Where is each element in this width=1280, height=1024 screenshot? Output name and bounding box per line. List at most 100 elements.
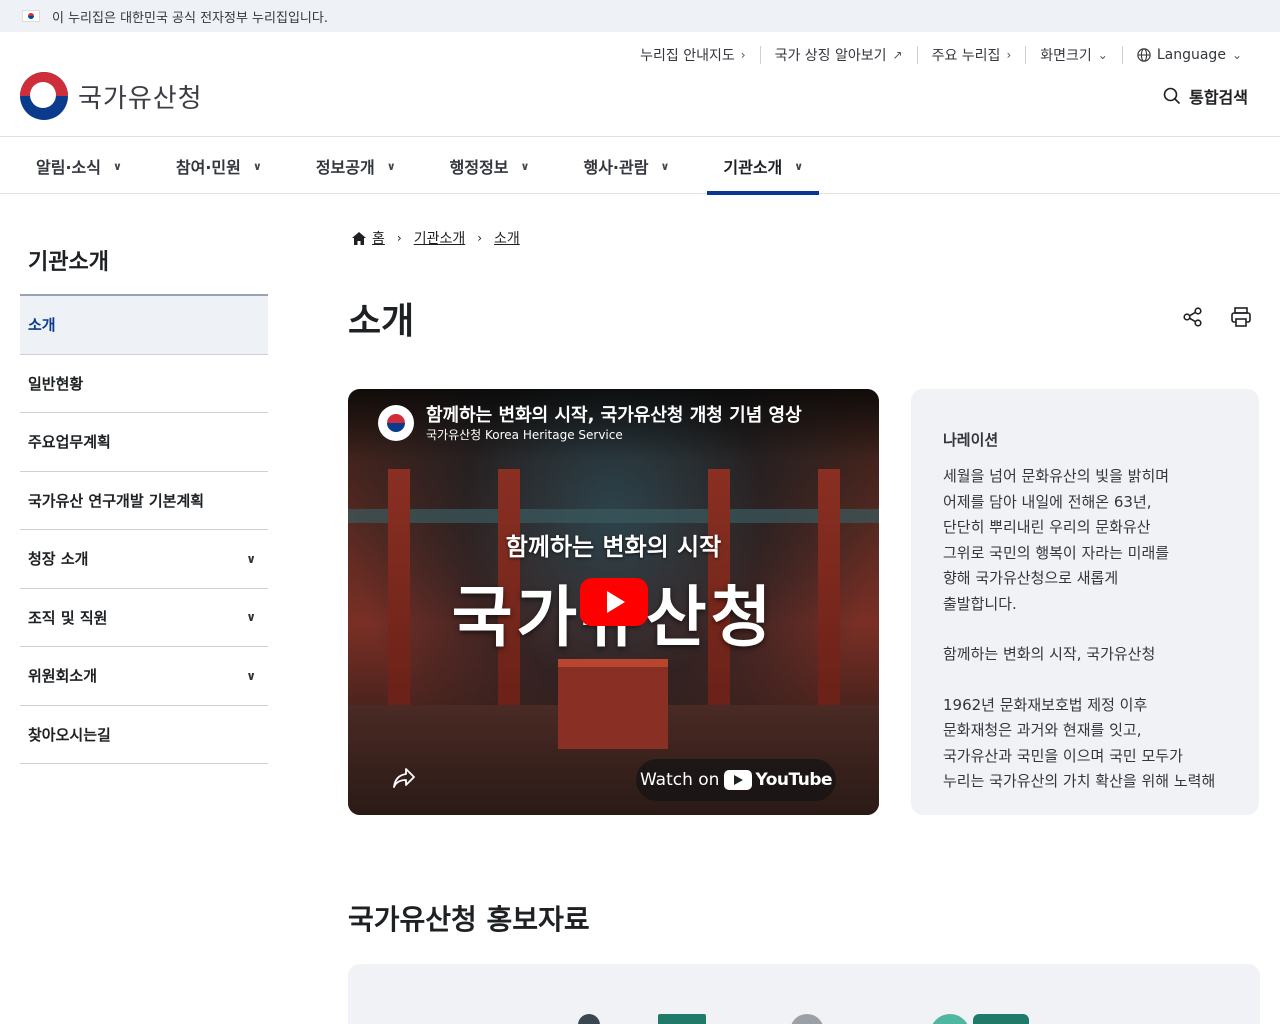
sidebar-item-label: 국가유산 연구개발 기본계획	[28, 491, 205, 510]
chevron-down-icon: ∨	[794, 159, 804, 173]
sidebar-item-committee[interactable]: 위원회소개 ∨	[20, 647, 268, 706]
chevron-down-icon: ∨	[112, 159, 122, 173]
youtube-video-embed[interactable]: 함께하는 변화의 시작, 국가유산청 개청 기념 영상 국가유산청 Korea …	[348, 389, 879, 815]
search-icon	[1163, 87, 1181, 105]
site-header: 국가유산청 누리집 안내지도 › 국가 상징 알아보기 ↗ 주요 누리집 › 화…	[0, 32, 1280, 137]
narration-panel[interactable]: 나레이션 세월을 넘어 문화유산의 빛을 밝히며 어제를 담아 내일에 전해온 …	[911, 389, 1259, 815]
video-scene	[348, 509, 879, 523]
util-national-symbols[interactable]: 국가 상징 알아보기 ↗	[759, 46, 917, 64]
sidebar-item-intro[interactable]: 소개	[20, 296, 268, 355]
promo-carousel[interactable]	[348, 964, 1260, 1024]
chevron-down-icon: ⌄	[1097, 48, 1108, 62]
promo-illustration	[930, 1014, 970, 1024]
gov-banner: 이 누리집은 대한민국 공식 전자정부 누리집입니다.	[0, 0, 1280, 32]
breadcrumb-about[interactable]: 기관소개	[414, 228, 466, 248]
utility-nav: 누리집 안내지도 › 국가 상징 알아보기 ↗ 주요 누리집 › 화면크기 ⌄ …	[626, 46, 1256, 64]
globe-icon	[1137, 48, 1151, 62]
logo-text: 국가유산청	[78, 83, 203, 114]
video-scene	[558, 659, 668, 749]
video-headline: 함께하는 변화의 시작	[505, 533, 722, 561]
external-link-icon: ↗	[892, 48, 903, 62]
breadcrumb: 홈 › 기관소개 › 소개	[352, 228, 520, 248]
watch-on-label: Watch on	[639, 770, 720, 790]
narration-title: 나레이션	[943, 431, 999, 449]
share-icon[interactable]	[1182, 306, 1204, 328]
search-button[interactable]: 통합검색	[1163, 84, 1248, 108]
page-title: 소개	[348, 301, 415, 342]
sidebar-item-rnd-plan[interactable]: 국가유산 연구개발 기본계획	[20, 472, 268, 530]
chevron-down-icon: ∨	[246, 610, 256, 625]
narration-scroll[interactable]: 세월을 넘어 문화유산의 빛을 밝히며 어제를 담아 내일에 전해온 63년, …	[943, 464, 1227, 809]
taegeuk-logo-icon	[20, 72, 68, 120]
youtube-play-icon	[724, 770, 753, 790]
sidebar-item-organization[interactable]: 조직 및 직원 ∨	[20, 589, 268, 647]
nav-events[interactable]: 행사·관람 ∨	[567, 138, 685, 194]
search-label: 통합검색	[1189, 88, 1248, 107]
nav-news[interactable]: 알림·소식 ∨	[20, 138, 138, 194]
util-label: 주요 누리집	[931, 48, 1001, 64]
print-icon[interactable]	[1230, 306, 1252, 328]
video-channel: 국가유산청 Korea Heritage Service	[426, 428, 623, 442]
sidebar-item-label: 위원회소개	[28, 667, 98, 686]
gov-banner-text: 이 누리집은 대한민국 공식 전자정부 누리집입니다.	[52, 10, 328, 26]
nav-label: 행정정보	[449, 158, 509, 177]
chevron-right-icon: ›	[740, 48, 746, 62]
sidebar-item-label: 조직 및 직원	[28, 608, 108, 627]
sidebar-item-directions[interactable]: 찾아오시는길	[20, 706, 268, 764]
youtube-wordmark: YouTube	[755, 770, 833, 790]
chevron-right-icon: ›	[396, 231, 402, 245]
nav-label: 알림·소식	[36, 158, 101, 177]
chevron-right-icon: ›	[1006, 48, 1012, 62]
narration-para: 함께하는 변화의 시작, 국가유산청	[943, 645, 1156, 663]
sidebar-title: 기관소개	[20, 232, 268, 296]
util-label: Language	[1156, 47, 1226, 63]
util-screen-size[interactable]: 화면크기 ⌄	[1025, 46, 1122, 64]
watch-on-youtube-button[interactable]: Watch on YouTube	[636, 759, 836, 801]
util-main-sites[interactable]: 주요 누리집 ›	[916, 46, 1026, 64]
breadcrumb-home[interactable]: 홈	[372, 228, 385, 248]
main-nav: 알림·소식 ∨ 참여·민원 ∨ 정보공개 ∨ 행정정보 ∨ 행사·관람 ∨ 기관소개 ∨	[0, 138, 1280, 195]
nav-about[interactable]: 기관소개 ∨	[707, 138, 820, 195]
util-label: 누리집 안내지도	[640, 48, 735, 64]
promo-illustration	[790, 1014, 824, 1024]
sidebar-item-commissioner[interactable]: 청장 소개 ∨	[20, 530, 268, 589]
chevron-down-icon: ∨	[520, 159, 530, 173]
promo-illustration	[578, 1014, 600, 1024]
nav-admin-info[interactable]: 행정정보 ∨	[434, 138, 546, 194]
util-label: 화면크기	[1040, 48, 1092, 64]
share-arrow-icon[interactable]	[392, 767, 416, 789]
breadcrumb-intro[interactable]: 소개	[494, 228, 520, 248]
chevron-down-icon: ∨	[252, 159, 262, 173]
util-sitemap[interactable]: 누리집 안내지도 ›	[626, 46, 759, 64]
sidebar-item-label: 일반현황	[28, 374, 84, 393]
sidebar-item-label: 주요업무계획	[28, 433, 111, 452]
page-tools	[1182, 306, 1252, 328]
channel-logo-icon[interactable]	[378, 405, 414, 441]
chevron-down-icon: ∨	[660, 159, 670, 173]
nav-label: 기관소개	[723, 158, 783, 177]
video-title[interactable]: 함께하는 변화의 시작, 국가유산청 개청 기념 영상	[426, 401, 802, 427]
sidebar: 기관소개 소개 일반현황 주요업무계획 국가유산 연구개발 기본계획 청장 소개…	[20, 232, 268, 764]
chevron-right-icon: ›	[477, 231, 483, 245]
site-logo[interactable]: 국가유산청	[20, 72, 203, 120]
promo-section-title: 국가유산청 홍보자료	[348, 903, 590, 936]
play-button[interactable]	[580, 578, 648, 626]
chevron-down-icon: ∨	[386, 159, 396, 173]
nav-label: 정보공개	[315, 158, 375, 177]
chevron-down-icon: ∨	[246, 551, 256, 566]
nav-participation[interactable]: 참여·민원 ∨	[160, 138, 278, 194]
narration-para: 1962년 문화재보호법 제정 이후 문화재청은 과거와 현재를 잇고, 국가유…	[943, 695, 1216, 791]
chevron-down-icon: ⌄	[1231, 48, 1242, 62]
korea-flag-icon	[22, 10, 40, 22]
nav-label: 참여·민원	[175, 158, 241, 177]
sidebar-item-status[interactable]: 일반현황	[20, 355, 268, 413]
util-language[interactable]: Language ⌄	[1121, 46, 1256, 64]
chevron-down-icon: ∨	[246, 668, 256, 683]
narration-para: 세월을 넘어 문화유산의 빛을 밝히며 어제를 담아 내일에 전해온 63년, …	[943, 467, 1170, 613]
promo-illustration	[658, 1014, 706, 1024]
sidebar-item-work-plan[interactable]: 주요업무계획	[20, 413, 268, 472]
nav-disclosure[interactable]: 정보공개 ∨	[300, 138, 412, 194]
util-label: 국가 상징 알아보기	[774, 48, 887, 64]
sidebar-item-label: 청장 소개	[28, 550, 89, 569]
nav-label: 행사·관람	[583, 158, 649, 177]
